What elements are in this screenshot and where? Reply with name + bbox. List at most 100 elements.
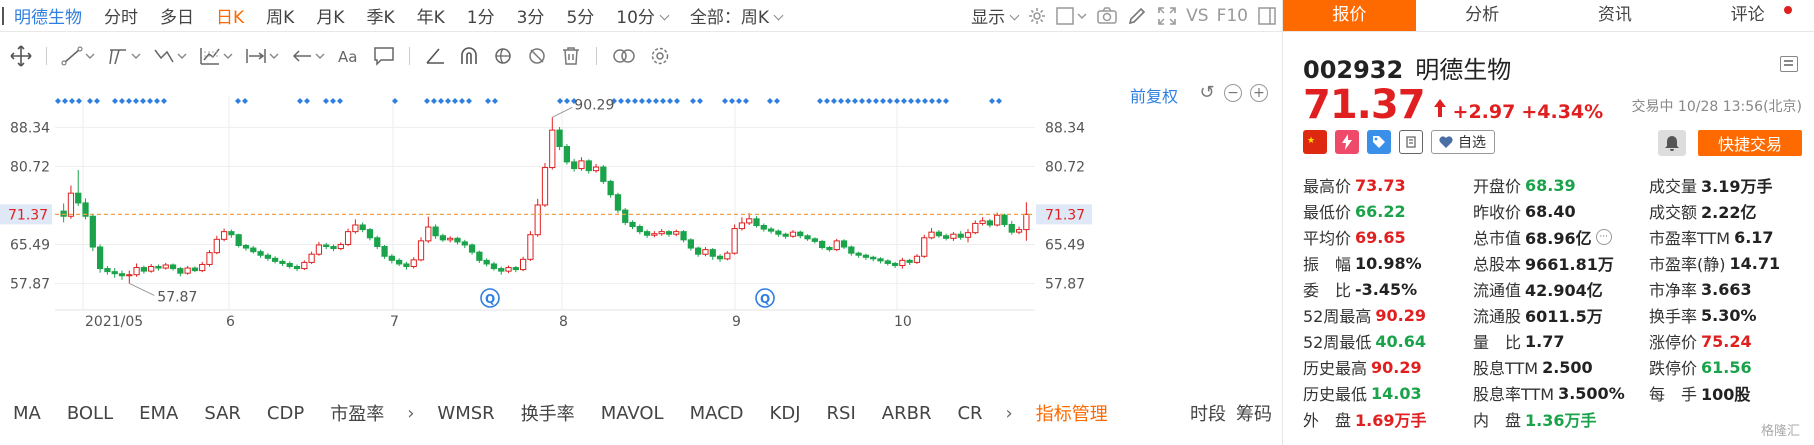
- stat-value: 68.40: [1525, 201, 1576, 221]
- ind-boll[interactable]: BOLL: [54, 403, 126, 424]
- ind-cr[interactable]: CR: [944, 403, 995, 424]
- display-menu[interactable]: 显示: [960, 3, 1022, 28]
- compare-icon[interactable]: [607, 43, 641, 69]
- candle-body: [1001, 214, 1008, 225]
- indicator-manage[interactable]: 指标管理: [1023, 400, 1121, 426]
- ind-mavol[interactable]: MAVOL: [588, 403, 677, 424]
- unread-dot: [1784, 6, 1792, 14]
- text-tool-icon[interactable]: Aa: [333, 43, 365, 69]
- ind-sar[interactable]: SAR: [191, 403, 254, 424]
- hide-drawings-icon[interactable]: [522, 43, 552, 69]
- ind-pe[interactable]: 市盈率: [317, 400, 397, 426]
- kline-chart[interactable]: 88.34 88.34 80.72 80.72 65.49 65.49 57.87 57.87…: [0, 78, 1282, 368]
- signal-marker: [323, 98, 329, 104]
- signal-marker: [697, 98, 703, 104]
- channel-tool-icon[interactable]: [103, 43, 145, 69]
- reset-icon[interactable]: ↺: [1198, 84, 1216, 102]
- tab-session[interactable]: 时段: [1184, 400, 1232, 426]
- quick-trade-button[interactable]: 快捷交易: [1698, 130, 1802, 156]
- trash-icon[interactable]: [556, 43, 586, 69]
- more-icon[interactable]: ···: [1595, 229, 1612, 245]
- zoom-out-icon[interactable]: −: [1224, 84, 1242, 102]
- stat-value: 1.36万手: [1525, 411, 1597, 430]
- ind-ma[interactable]: MA: [0, 403, 54, 424]
- tab-3min[interactable]: 3分: [506, 3, 556, 28]
- tab-quarterly-k[interactable]: 季K: [355, 3, 405, 28]
- tab-chips[interactable]: 筹码: [1232, 400, 1282, 426]
- tab-news[interactable]: 资讯: [1549, 0, 1682, 31]
- stat-label: 历史最高: [1303, 359, 1368, 378]
- signal-marker: [690, 98, 696, 104]
- pen-icon[interactable]: [1122, 4, 1152, 28]
- vs-button[interactable]: VS: [1182, 6, 1212, 26]
- stat-cell: 委 比 -3.45%: [1303, 277, 1473, 301]
- signal-marker: [424, 98, 430, 104]
- candle-body: [943, 235, 950, 239]
- ind-next-icon[interactable]: ›: [397, 403, 424, 424]
- candle-body: [126, 274, 133, 277]
- lock-tool-icon[interactable]: [488, 43, 518, 69]
- watchlist-button[interactable]: 自选: [1431, 130, 1495, 154]
- wave-tool-icon[interactable]: [149, 43, 191, 69]
- tab-multiday[interactable]: 多日: [149, 3, 205, 28]
- signal-marker: [147, 98, 153, 104]
- tab-10min[interactable]: 10分: [605, 3, 679, 28]
- stat-cell: 流通值 42.904亿: [1473, 277, 1649, 301]
- arrow-tool-icon[interactable]: [287, 43, 329, 69]
- tab-yearly-k[interactable]: 年K: [406, 3, 456, 28]
- kline-chart-area[interactable]: 88.34 88.34 80.72 80.72 65.49 65.49 57.87 57.87…: [0, 78, 1282, 368]
- stat-label: 跌停价: [1649, 359, 1698, 378]
- fullscreen-icon[interactable]: [1152, 4, 1182, 28]
- tab-analysis[interactable]: 分析: [1416, 0, 1549, 31]
- ind-rsi[interactable]: RSI: [814, 403, 869, 424]
- tab-monthly-k[interactable]: 月K: [305, 3, 355, 28]
- measure-tool-icon[interactable]: [241, 43, 283, 69]
- zoom-in-icon[interactable]: +: [1250, 84, 1268, 102]
- candle-body: [760, 224, 767, 230]
- angle-tool-icon[interactable]: [420, 43, 450, 69]
- stat-value: 3.19万手: [1701, 177, 1773, 196]
- adjust-mode-link[interactable]: 前复权: [1130, 83, 1178, 107]
- period-toolbar: 明德生物 分时 多日 日K 周K 月K 季K 年K 1分 3分 5分 10分 全…: [0, 0, 1282, 32]
- candle-body: [614, 194, 622, 211]
- range-select[interactable]: 全部：周K: [679, 3, 793, 28]
- line-tool-icon[interactable]: [57, 43, 99, 69]
- candle-body: [89, 215, 96, 248]
- ind-arbr[interactable]: ARBR: [869, 403, 945, 424]
- ind-wmsr[interactable]: WMSR: [424, 403, 507, 424]
- move-icon[interactable]: [6, 43, 36, 69]
- comment-tool-icon[interactable]: [369, 43, 399, 69]
- chart-settings-icon[interactable]: [645, 43, 675, 69]
- tab-daily-k[interactable]: 日K: [205, 3, 255, 28]
- camera-icon[interactable]: [1092, 4, 1122, 28]
- stat-label: 振 幅: [1303, 255, 1352, 274]
- tag-badge-icon[interactable]: [1367, 130, 1391, 154]
- ind-kdj[interactable]: KDJ: [757, 403, 814, 424]
- bell-icon[interactable]: [1658, 130, 1686, 156]
- tab-quote[interactable]: 报价: [1283, 0, 1416, 31]
- tab-5min[interactable]: 5分: [555, 3, 605, 28]
- tab-weekly-k[interactable]: 周K: [255, 3, 305, 28]
- settings-icon[interactable]: [1022, 4, 1052, 28]
- stat-value: -3.45%: [1355, 279, 1418, 299]
- fib-tool-icon[interactable]: [195, 43, 237, 69]
- tab-intraday[interactable]: 分时: [93, 3, 149, 28]
- ind-cdp[interactable]: CDP: [254, 403, 317, 424]
- square-select-icon[interactable]: [1052, 4, 1092, 28]
- ind-macd[interactable]: MACD: [677, 403, 757, 424]
- note-badge-icon[interactable]: [1399, 130, 1423, 154]
- list-icon[interactable]: [1780, 56, 1798, 72]
- tab-1min[interactable]: 1分: [456, 3, 506, 28]
- lightning-badge-icon[interactable]: [1335, 130, 1359, 154]
- f10-button[interactable]: F10: [1213, 6, 1252, 26]
- sidebar-toggle-icon[interactable]: [1252, 4, 1282, 28]
- tab-comments[interactable]: 评论: [1681, 0, 1814, 31]
- ind-turnover[interactable]: 换手率: [508, 400, 588, 426]
- candle-body: [643, 231, 651, 236]
- stat-value: 68.96亿: [1525, 229, 1592, 248]
- ind-ema[interactable]: EMA: [126, 403, 191, 424]
- stat-label: 量 比: [1473, 333, 1522, 352]
- stock-name-tab[interactable]: 明德生物: [6, 3, 93, 28]
- magnet-icon[interactable]: [454, 43, 484, 69]
- ind-next2-icon[interactable]: ›: [996, 403, 1023, 424]
